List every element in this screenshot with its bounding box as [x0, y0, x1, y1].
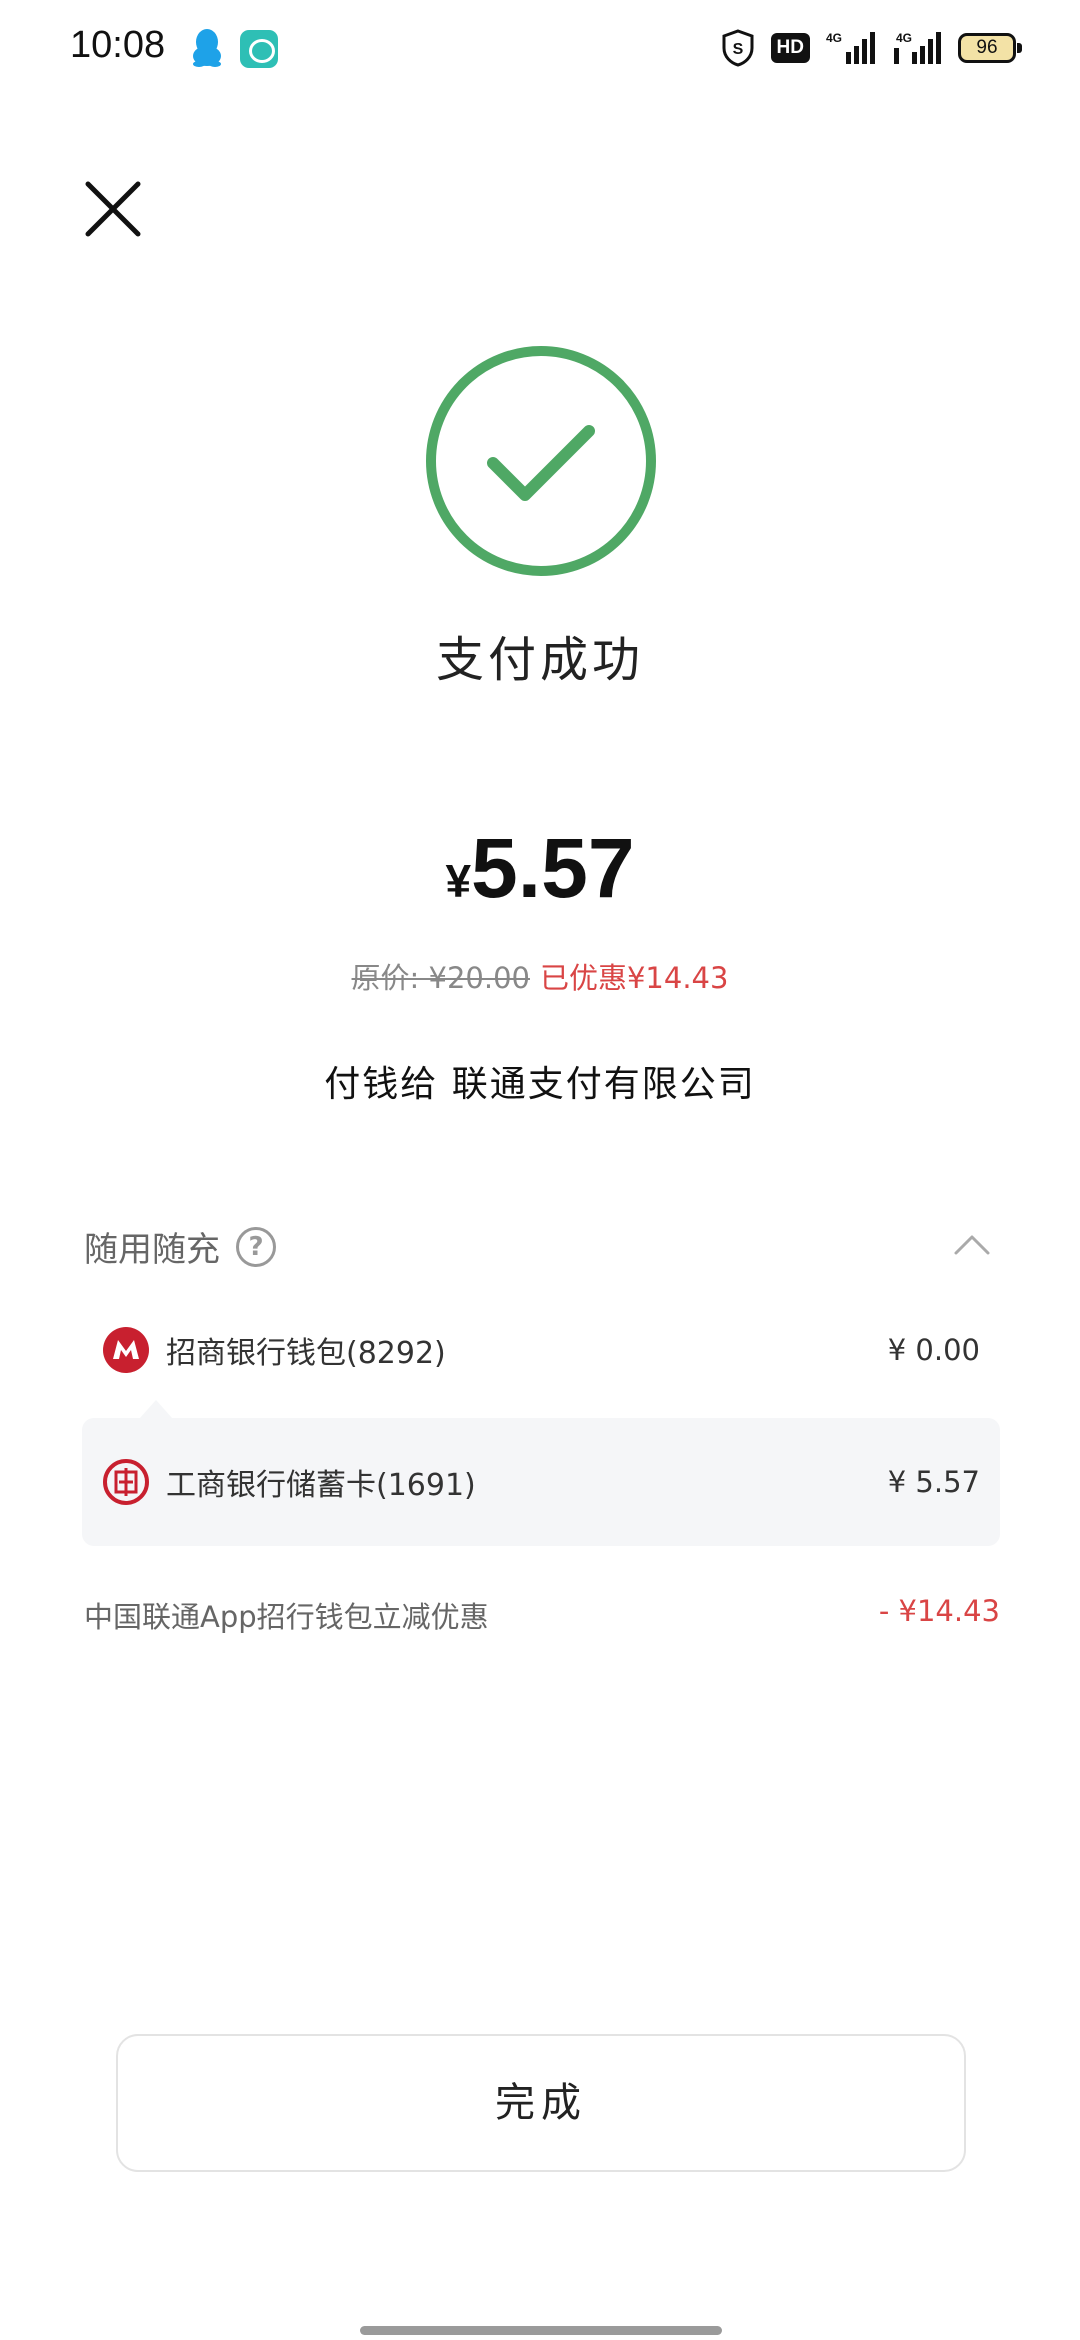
cmb-logo	[103, 1327, 149, 1373]
payment-method-amount: ¥ 0.00	[887, 1333, 980, 1367]
chevron-up-icon[interactable]	[952, 1233, 992, 1257]
payment-section-header[interactable]: 随用随充 ?	[84, 1222, 276, 1271]
hd-badge: HD	[770, 33, 810, 63]
icbc-logo	[103, 1459, 149, 1505]
payment-section-title: 随用随充	[84, 1230, 220, 1270]
paid-amount: ¥5.57	[0, 820, 1080, 917]
payment-method-name: 招商银行钱包(8292)	[166, 1336, 446, 1371]
currency-symbol: ¥	[445, 855, 472, 907]
svg-text:4G: 4G	[896, 31, 912, 45]
status-indicators: S HD 4G 4G 96	[721, 28, 1022, 68]
payment-status-title: 支付成功	[435, 632, 644, 688]
signal-4g-icon: 4G	[894, 31, 941, 64]
done-button[interactable]: 完成	[116, 2034, 966, 2172]
home-indicator[interactable]	[360, 2326, 722, 2335]
payee-text: 付钱给 联通支付有限公司	[324, 1064, 756, 1105]
amount-value: 5.57	[471, 821, 635, 915]
shield-icon: S	[722, 29, 754, 67]
close-icon[interactable]	[82, 178, 144, 240]
price-detail: 原价: ¥20.00 已优惠¥14.43	[0, 955, 1080, 997]
qq-icon	[193, 29, 221, 67]
message-icon	[240, 30, 278, 68]
svg-text:S: S	[732, 41, 743, 58]
promo-label: 中国联通App招行钱包立减优惠	[84, 1600, 489, 1634]
status-time: 10:08	[70, 24, 166, 66]
payment-method-row[interactable]: 招商银行钱包(8292) ¥ 0.00	[82, 1286, 1000, 1414]
status-bar: 10:08 S HD 4G 4G 96	[0, 0, 1080, 96]
payment-method-row-selected[interactable]: 工商银行储蓄卡(1691) ¥ 5.57	[82, 1418, 1000, 1546]
payment-method-name: 工商银行储蓄卡(1691)	[166, 1468, 476, 1503]
payment-method-amount: ¥ 5.57	[887, 1465, 980, 1499]
selection-pointer	[140, 1400, 172, 1418]
check-circle-icon	[426, 346, 656, 576]
promo-row: 中国联通App招行钱包立减优惠 - ¥14.43	[84, 1594, 1000, 1636]
original-price: 原价: ¥20.00	[351, 961, 530, 995]
help-icon[interactable]: ?	[236, 1226, 276, 1267]
svg-text:4G: 4G	[826, 31, 842, 45]
signal-4g-icon: 4G	[826, 31, 875, 64]
promo-value: - ¥14.43	[878, 1594, 1000, 1628]
discount-amount: 已优惠¥14.43	[539, 961, 729, 995]
battery-indicator: 96	[958, 33, 1022, 63]
